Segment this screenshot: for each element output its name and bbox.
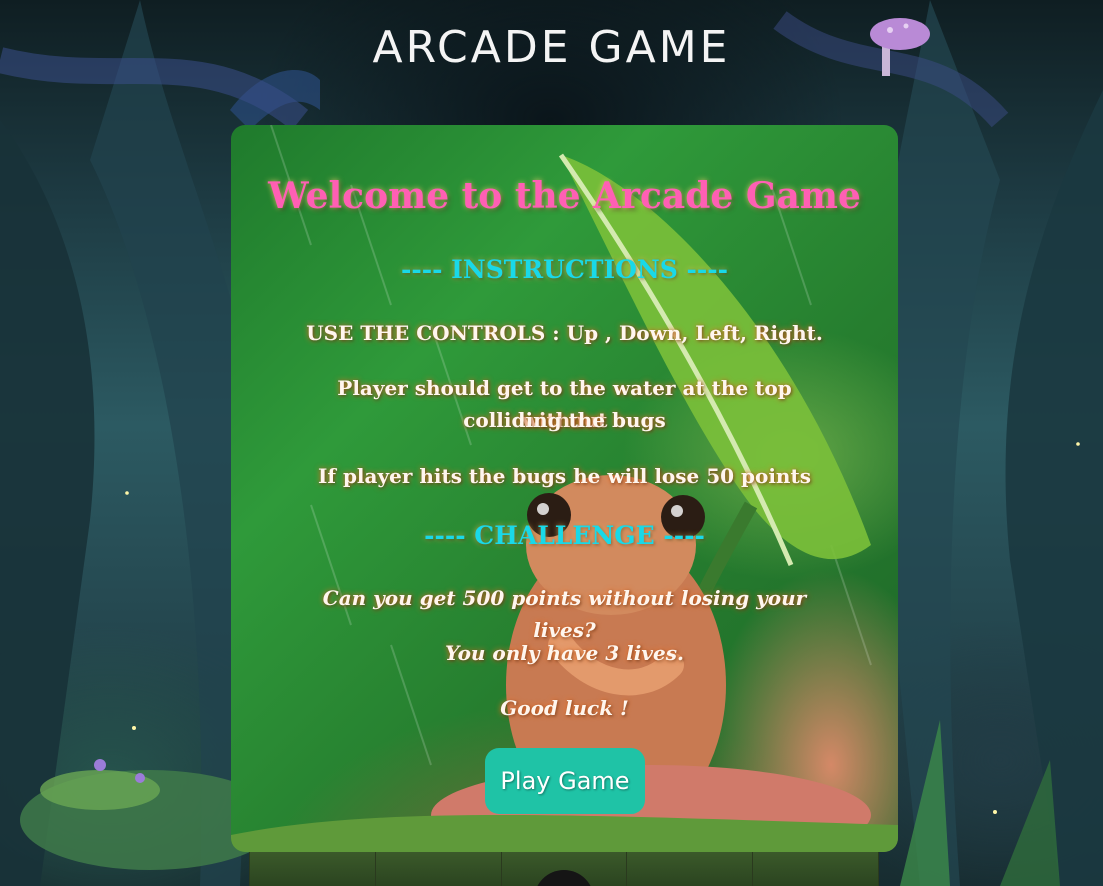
page-title: ARCADE GAME [372, 22, 731, 73]
controls-text: USE THE CONTROLS : Up , Down, Left, Righ… [306, 321, 823, 345]
good-luck-text: Good luck ! [500, 696, 629, 720]
grass-tile [500, 852, 627, 886]
grass-tile [626, 852, 753, 886]
goal-text-line2: colliding the bugs [463, 408, 666, 432]
game-board-row [249, 852, 879, 886]
lives-text: You only have 3 lives. [445, 641, 684, 665]
challenge-heading: ---- CHALLENGE ---- [424, 521, 705, 550]
penalty-text: If player hits the bugs he will lose 50 … [318, 464, 811, 488]
grass-tile [752, 852, 879, 886]
welcome-modal: Welcome to the Arcade Game ---- INSTRUCT… [231, 125, 898, 852]
bug-icon [533, 870, 594, 886]
grass-tile [374, 852, 501, 886]
instructions-heading: ---- INSTRUCTIONS ---- [400, 255, 729, 284]
grass-tile [249, 852, 375, 886]
play-game-button[interactable]: Play Game [485, 748, 645, 814]
welcome-heading: Welcome to the Arcade Game [268, 175, 861, 217]
